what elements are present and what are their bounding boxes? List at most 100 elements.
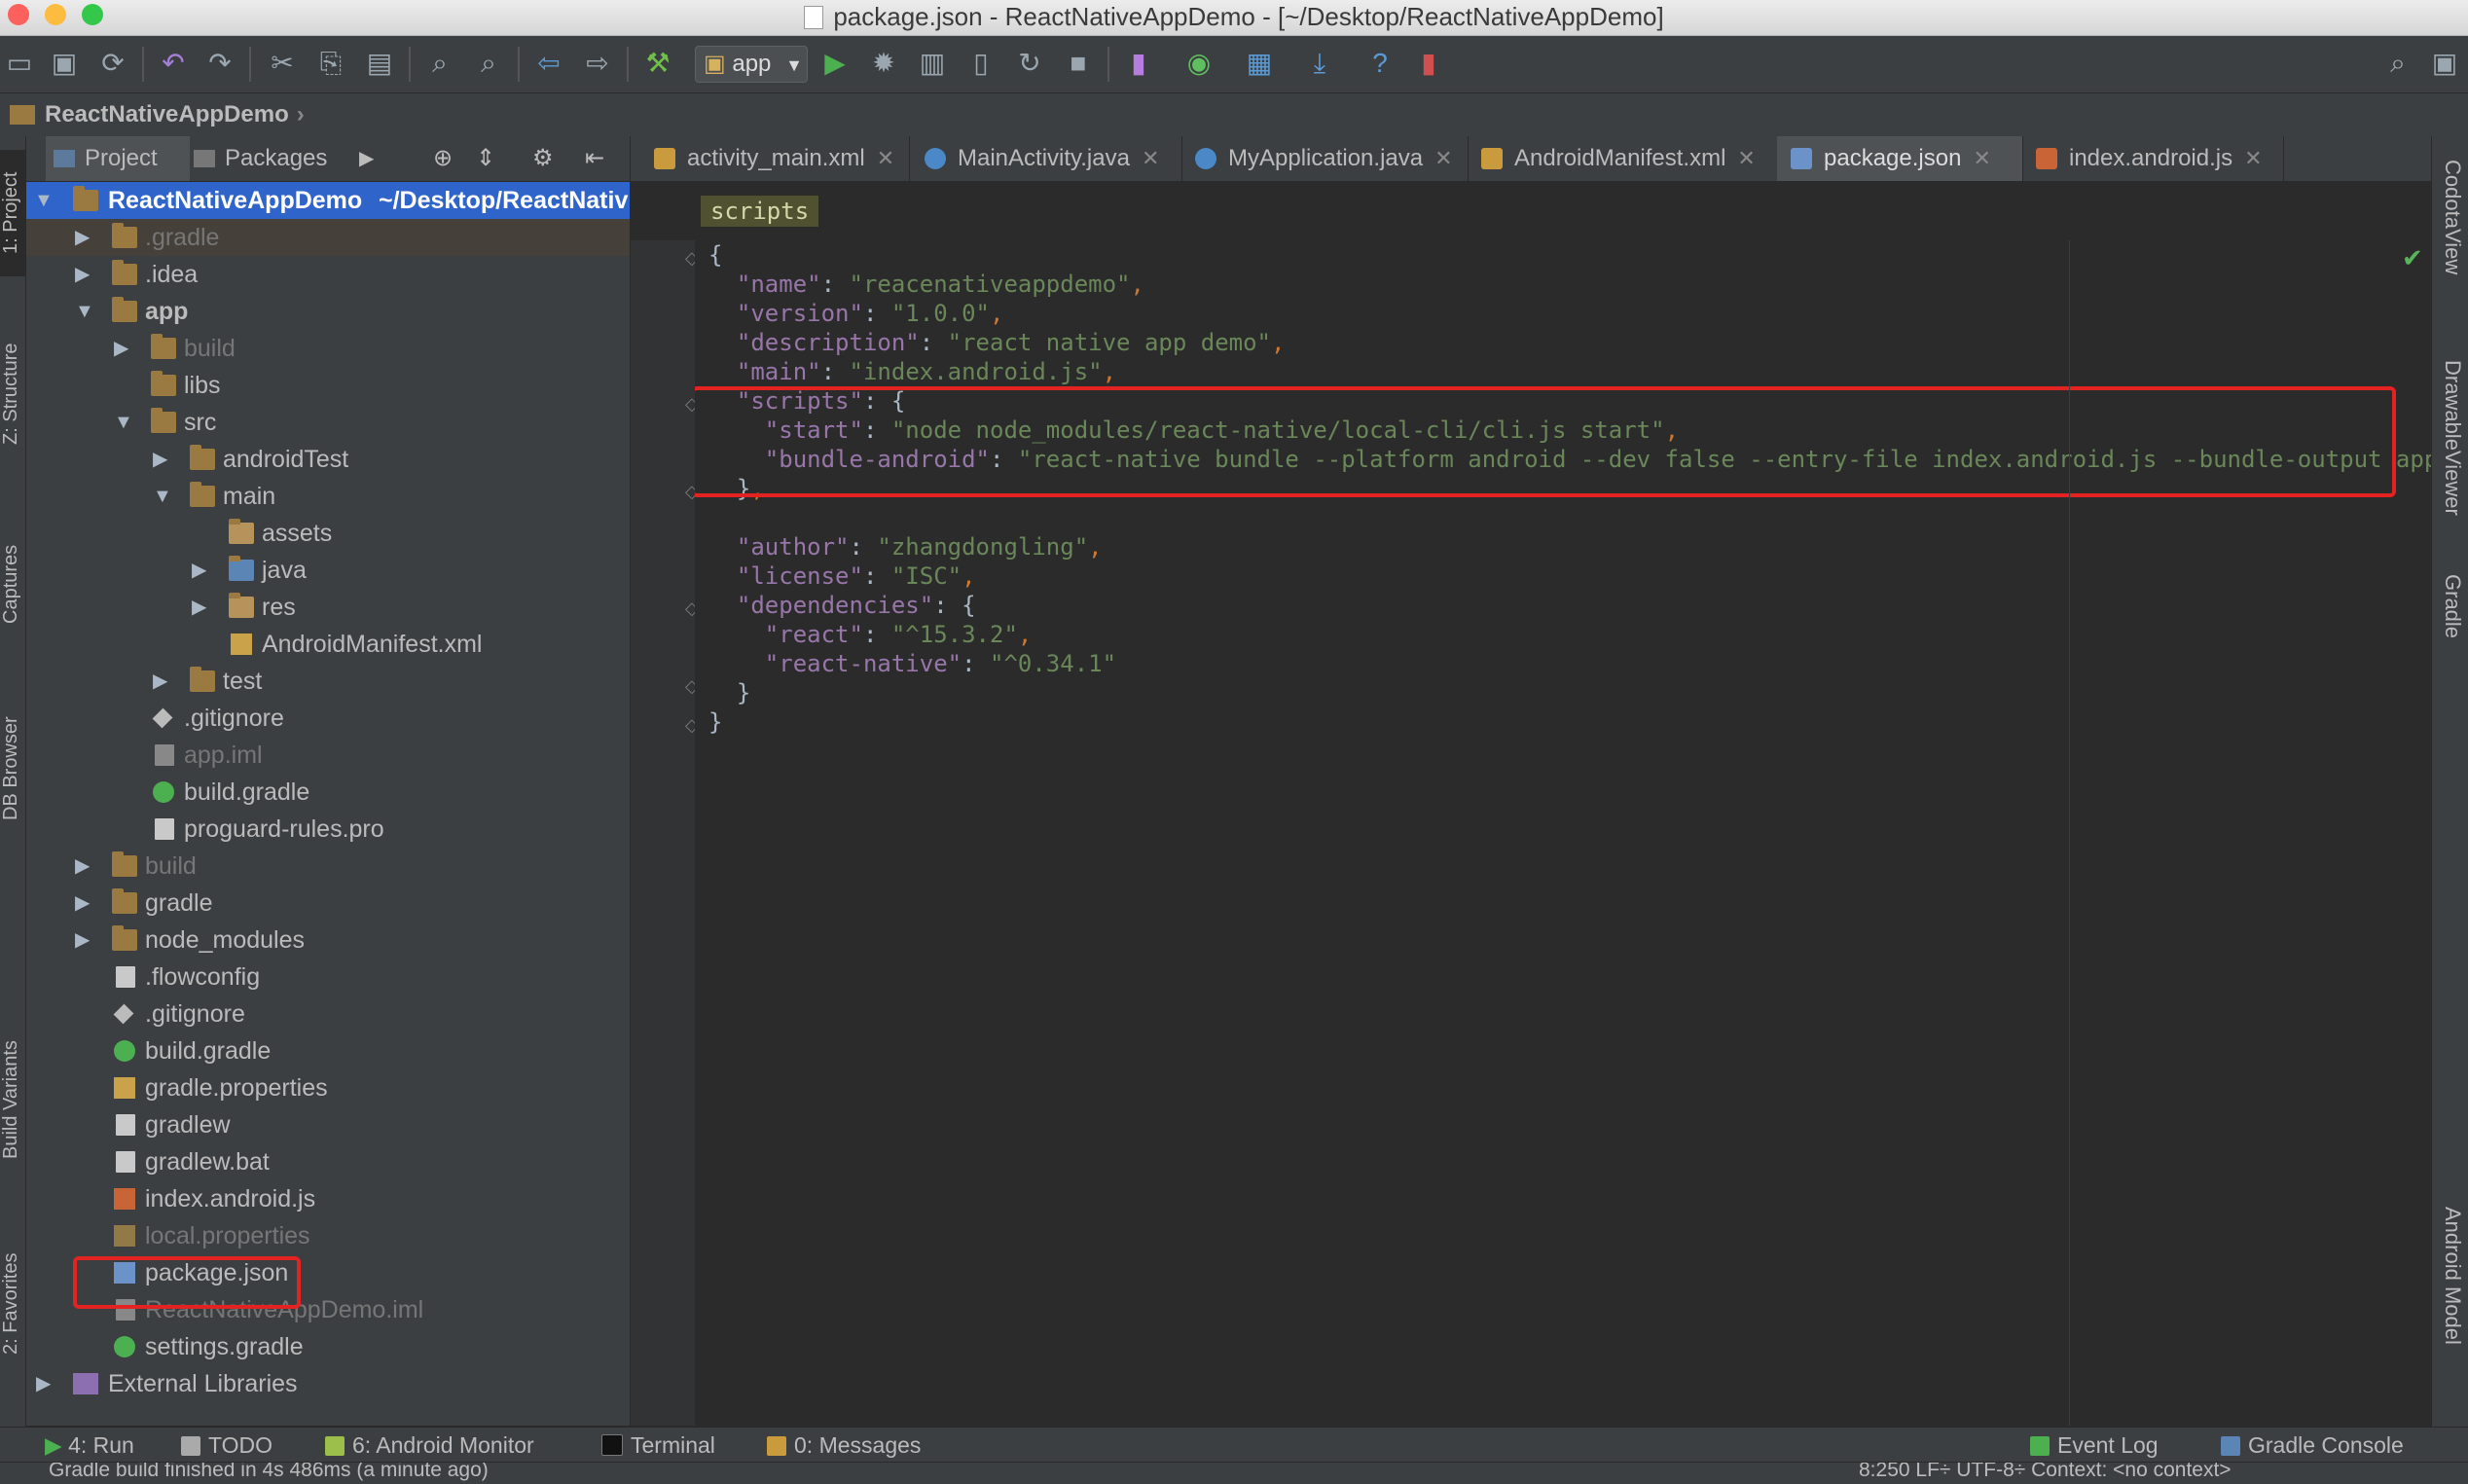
close-tab-icon[interactable]: ✕ bbox=[1142, 146, 1159, 170]
tree-item[interactable]: ▶ gradle bbox=[26, 885, 630, 922]
tree-item[interactable]: build.gradle bbox=[26, 1032, 630, 1069]
editor-tab[interactable]: AndroidManifest.xml ✕ bbox=[1468, 136, 1778, 181]
tree-item[interactable]: gradlew.bat bbox=[26, 1143, 630, 1180]
save-icon[interactable]: ▣ bbox=[47, 46, 82, 81]
tool-tab-gradle[interactable]: Gradle bbox=[2436, 574, 2465, 691]
tool-tab-project[interactable]: 1: Project bbox=[0, 150, 25, 276]
attach-debugger-icon[interactable]: ▯ bbox=[963, 46, 998, 81]
stop-icon[interactable]: ■ bbox=[1061, 46, 1096, 81]
sync-gradle-icon[interactable]: ◉ bbox=[1181, 46, 1216, 81]
tree-item[interactable]: .flowconfig bbox=[26, 959, 630, 995]
copy-icon[interactable]: ⎘ bbox=[313, 46, 348, 81]
more-tabs-icon[interactable]: ▶ bbox=[359, 136, 374, 181]
tree-item[interactable]: ▶ res bbox=[26, 589, 630, 626]
tree-item[interactable]: ▼ src bbox=[26, 404, 630, 441]
tab-packages[interactable]: Packages bbox=[194, 136, 327, 181]
tool-tab-favorites[interactable]: 2: Favorites bbox=[0, 1236, 25, 1372]
tool-tab-structure[interactable]: Z: Structure bbox=[0, 321, 25, 467]
editor-tab[interactable]: MainActivity.java ✕ bbox=[911, 136, 1182, 181]
search-everywhere-icon[interactable]: ⌕ bbox=[2380, 46, 2415, 81]
tool-tab-build-variants[interactable]: Build Variants bbox=[0, 1012, 25, 1187]
avd-manager-icon[interactable]: ▮ bbox=[1121, 46, 1156, 81]
tool-tab-db-browser[interactable]: DB Browser bbox=[0, 691, 25, 847]
tool-tab-captures[interactable]: Captures bbox=[0, 525, 25, 642]
tree-item[interactable]: ▼ app bbox=[26, 293, 630, 330]
tool-tab-android-model[interactable]: Android Model bbox=[2436, 1207, 2465, 1401]
gradle-console-icon bbox=[2221, 1436, 2240, 1456]
tree-item[interactable]: settings.gradle bbox=[26, 1328, 630, 1365]
tree-item[interactable]: ▶ .idea bbox=[26, 256, 630, 293]
settings-gear-icon[interactable]: ⚙ bbox=[532, 136, 554, 181]
tree-item[interactable]: ▶ androidTest bbox=[26, 441, 630, 478]
close-tab-icon[interactable]: ✕ bbox=[1737, 146, 1755, 170]
forward-icon[interactable]: ⇨ bbox=[580, 46, 615, 81]
tree-item[interactable]: build.gradle bbox=[26, 774, 630, 811]
apply-changes-icon[interactable]: ↻ bbox=[1012, 46, 1047, 81]
tree-item[interactable]: ▶ test bbox=[26, 663, 630, 700]
tool-tab-gradle-console[interactable]: Gradle Console bbox=[2221, 1428, 2404, 1463]
paste-icon[interactable]: ▤ bbox=[362, 46, 397, 81]
collapse-all-icon[interactable]: ⇕ bbox=[476, 136, 495, 181]
make-project-icon[interactable]: ⚒ bbox=[640, 46, 675, 81]
editor-breadcrumb-chip[interactable]: scripts bbox=[701, 196, 819, 227]
tree-item[interactable]: index.android.js bbox=[26, 1180, 630, 1217]
profile-icon[interactable]: ▥ bbox=[915, 46, 950, 81]
tool-tab-android-monitor[interactable]: 6: Android Monitor bbox=[325, 1428, 534, 1463]
sdk-manager-icon[interactable]: ⤓ bbox=[1302, 46, 1337, 81]
device-monitor-icon[interactable]: ▮ bbox=[1411, 46, 1446, 81]
tool-tab-todo[interactable]: TODO bbox=[181, 1428, 272, 1463]
project-structure-icon[interactable]: ▦ bbox=[1242, 46, 1277, 81]
debug-icon[interactable]: ✹ bbox=[866, 46, 901, 81]
tree-item[interactable]: proguard-rules.pro bbox=[26, 811, 630, 848]
code-editor[interactable]: { "name": "reacenativeappdemo", "version… bbox=[695, 240, 2431, 1426]
tree-item[interactable]: .gitignore bbox=[26, 700, 630, 737]
tree-item[interactable]: ▼ main bbox=[26, 478, 630, 515]
redo-icon[interactable]: ↷ bbox=[202, 46, 237, 81]
hide-panel-icon[interactable]: ⇤ bbox=[585, 136, 604, 181]
tree-item[interactable]: gradlew bbox=[26, 1106, 630, 1143]
run-configuration-dropdown[interactable]: ▣ app ▼ bbox=[695, 46, 808, 83]
editor-tab[interactable]: index.android.js ✕ bbox=[2022, 136, 2284, 181]
breadcrumb[interactable]: ReactNativeAppDemo › bbox=[10, 93, 305, 136]
cut-icon[interactable]: ✂ bbox=[265, 46, 300, 81]
tree-item[interactable]: ▶ java bbox=[26, 552, 630, 589]
replace-icon[interactable]: ⌕ bbox=[471, 46, 506, 81]
tree-item[interactable]: ▶ External Libraries bbox=[26, 1365, 630, 1402]
tree-item[interactable]: libs bbox=[26, 367, 630, 404]
tree-item[interactable]: .gitignore bbox=[26, 995, 630, 1032]
tool-tab-terminal[interactable]: Terminal bbox=[601, 1428, 715, 1463]
tree-item[interactable]: app.iml bbox=[26, 737, 630, 774]
user-icon[interactable]: ▣ bbox=[2427, 46, 2462, 81]
tree-item[interactable]: ▶ build bbox=[26, 848, 630, 885]
editor-tab-active[interactable]: package.json ✕ bbox=[1777, 136, 2023, 181]
tool-tab-event-log[interactable]: Event Log bbox=[2030, 1428, 2159, 1463]
tool-tab-codotaview[interactable]: CodotaView bbox=[2436, 160, 2465, 325]
undo-icon[interactable]: ↶ bbox=[156, 46, 191, 81]
tree-root[interactable]: ▼ ReactNativeAppDemo ~/Desktop/ReactNati… bbox=[26, 182, 630, 219]
tree-item[interactable]: ▶ .gradle bbox=[26, 219, 630, 256]
scroll-from-source-icon[interactable]: ⊕ bbox=[433, 136, 453, 181]
tree-item[interactable]: assets bbox=[26, 515, 630, 552]
help-icon[interactable]: ? bbox=[1362, 46, 1397, 81]
close-tab-icon[interactable]: ✕ bbox=[877, 146, 894, 170]
tool-tab-messages[interactable]: 0: Messages bbox=[767, 1428, 921, 1463]
close-tab-icon[interactable]: ✕ bbox=[1973, 146, 1990, 170]
editor-tab[interactable]: MyApplication.java ✕ bbox=[1181, 136, 1469, 181]
tool-tab-run[interactable]: ▶ 4: Run bbox=[45, 1428, 134, 1463]
tool-tab-drawableviewer[interactable]: DrawableViewer bbox=[2436, 360, 2465, 555]
run-icon[interactable]: ▶ bbox=[817, 46, 853, 81]
find-icon[interactable]: ⌕ bbox=[422, 46, 457, 81]
close-tab-icon[interactable]: ✕ bbox=[1434, 146, 1452, 170]
back-icon[interactable]: ⇦ bbox=[531, 46, 566, 81]
close-tab-icon[interactable]: ✕ bbox=[2244, 146, 2262, 170]
status-indicators[interactable]: 8:250 LF÷ UTF-8÷ Context: <no context> bbox=[1859, 1463, 2232, 1482]
tree-item[interactable]: local.properties bbox=[26, 1217, 630, 1254]
tree-item[interactable]: ▶ build bbox=[26, 330, 630, 367]
tab-project[interactable]: Project bbox=[46, 136, 190, 181]
open-folder-icon[interactable]: ▭ bbox=[2, 46, 37, 81]
tree-item[interactable]: gradle.properties bbox=[26, 1069, 630, 1106]
sync-icon[interactable]: ⟳ bbox=[95, 46, 130, 81]
tree-item[interactable]: AndroidManifest.xml bbox=[26, 626, 630, 663]
tree-item[interactable]: ▶ node_modules bbox=[26, 922, 630, 959]
editor-tab[interactable]: activity_main.xml ✕ bbox=[640, 136, 910, 181]
